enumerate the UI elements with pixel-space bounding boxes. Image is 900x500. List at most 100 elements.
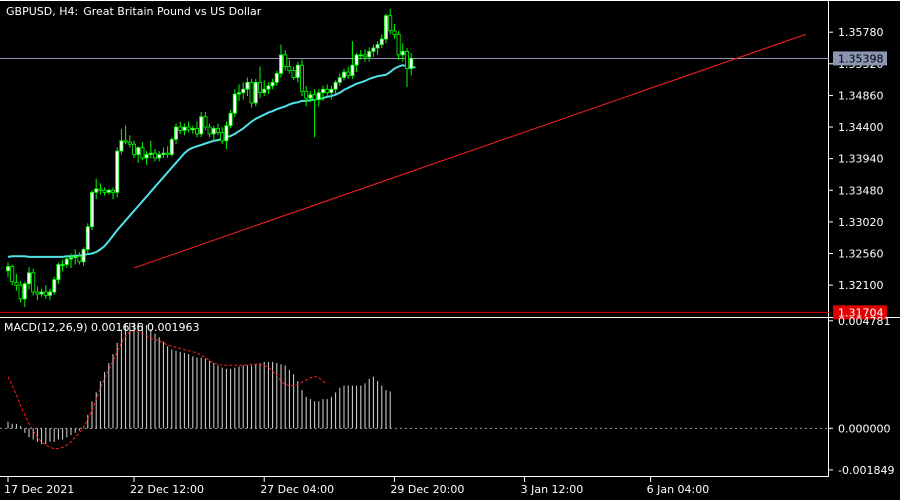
- macd-title: MACD(12,26,9) 0.001636 0.001963: [4, 321, 200, 334]
- candle-body: [241, 88, 246, 94]
- candle-body: [115, 150, 120, 193]
- candle-body: [375, 44, 380, 49]
- price-tick-label: 1.33940: [838, 153, 884, 166]
- candle-body: [136, 147, 141, 155]
- symbol-description: Great Britain Pound vs US Dollar: [83, 5, 262, 18]
- candle-body: [383, 15, 388, 40]
- candle-body: [165, 152, 170, 155]
- price-tick-label: 1.35780: [838, 26, 884, 39]
- candle-body: [182, 126, 187, 131]
- price-tick-label: 1.34860: [838, 89, 884, 102]
- candle-body: [291, 70, 296, 78]
- candle-body: [262, 88, 267, 94]
- candle-body: [10, 266, 15, 283]
- candle-body: [43, 291, 48, 296]
- current-price-label: 1.35398: [838, 52, 884, 65]
- price-tick-label: 1.33480: [838, 184, 884, 197]
- candle-body: [283, 54, 288, 67]
- candle-body: [388, 15, 393, 32]
- candle-body: [396, 33, 401, 56]
- candle-body: [287, 66, 292, 72]
- candle-body: [253, 81, 258, 104]
- candle-body: [26, 272, 31, 285]
- candle-body: [392, 30, 397, 35]
- candle-body: [404, 51, 409, 70]
- candle-body: [220, 132, 225, 142]
- candle-body: [371, 47, 376, 52]
- candle-body: [173, 126, 178, 140]
- candle-body: [144, 154, 149, 159]
- candle[interactable]: [383, 13, 388, 44]
- time-tick-label: 22 Dec 12:00: [130, 483, 204, 496]
- candle-body: [161, 152, 166, 155]
- candle[interactable]: [169, 137, 174, 157]
- candle-body: [148, 152, 153, 155]
- candle[interactable]: [10, 264, 15, 286]
- candle-body: [64, 258, 69, 265]
- candle-body: [22, 283, 27, 300]
- candle-body: [94, 188, 99, 193]
- macd-tick-label: -0.001849: [838, 464, 894, 477]
- candle-body: [224, 125, 229, 142]
- candle-body: [299, 64, 304, 92]
- candle[interactable]: [115, 147, 120, 198]
- candle-body: [337, 77, 342, 83]
- candle-body: [350, 64, 355, 76]
- candle-body: [341, 71, 346, 78]
- candle-body: [362, 54, 367, 58]
- candle-body: [312, 94, 317, 100]
- candle-body: [379, 38, 384, 45]
- candle-body: [123, 140, 128, 143]
- candle-body: [131, 143, 136, 155]
- candle-body: [278, 54, 283, 74]
- candle-body: [77, 255, 82, 263]
- candle-body: [236, 92, 241, 95]
- candle-body: [6, 266, 11, 272]
- candle-body: [127, 141, 132, 145]
- candle-body: [308, 94, 313, 99]
- candle[interactable]: [90, 190, 95, 231]
- candle-body: [48, 291, 53, 296]
- candle-body: [39, 291, 44, 295]
- candle-body: [52, 279, 57, 293]
- macd-tick-label: 0.004781: [838, 315, 891, 328]
- candle-body: [354, 54, 359, 66]
- candle[interactable]: [253, 78, 258, 107]
- candle-body: [346, 71, 351, 76]
- candle-body: [14, 281, 19, 286]
- chart-canvas[interactable]: 1.357801.353201.348601.344001.339401.334…: [0, 0, 900, 500]
- candle-body: [270, 81, 275, 87]
- chart-title: GBPUSD, H4: Great Britain Pound vs US Dol…: [6, 5, 262, 18]
- candle-body: [266, 85, 271, 90]
- candle-body: [31, 272, 36, 293]
- candle-body: [178, 126, 183, 131]
- candle-body: [157, 154, 162, 159]
- candle[interactable]: [31, 268, 36, 296]
- candle-body: [152, 152, 157, 159]
- symbol-label: GBPUSD, H4:: [6, 5, 78, 18]
- candle-body: [73, 255, 78, 259]
- time-tick-label: 29 Dec 20:00: [390, 483, 464, 496]
- candle-body: [35, 291, 40, 295]
- candle-body: [140, 147, 145, 159]
- candle-body: [186, 126, 191, 131]
- candle-body: [211, 128, 216, 135]
- candle-body: [106, 189, 111, 193]
- candle-body: [119, 140, 124, 152]
- candle-body: [56, 264, 61, 281]
- candle[interactable]: [52, 276, 57, 295]
- candle-body: [295, 64, 300, 78]
- time-tick-label: 27 Dec 04:00: [260, 483, 334, 496]
- candle-body: [199, 116, 204, 135]
- candle-body: [409, 57, 414, 70]
- candle-body: [320, 88, 325, 94]
- candle-body: [81, 248, 86, 263]
- candle-body: [274, 73, 279, 83]
- candle-body: [358, 54, 363, 57]
- candle-body: [69, 257, 74, 260]
- candle[interactable]: [299, 59, 304, 97]
- time-tick-label: 3 Jan 12:00: [521, 483, 584, 496]
- candle[interactable]: [85, 223, 90, 255]
- candle-body: [90, 191, 95, 228]
- candle-body: [249, 81, 254, 104]
